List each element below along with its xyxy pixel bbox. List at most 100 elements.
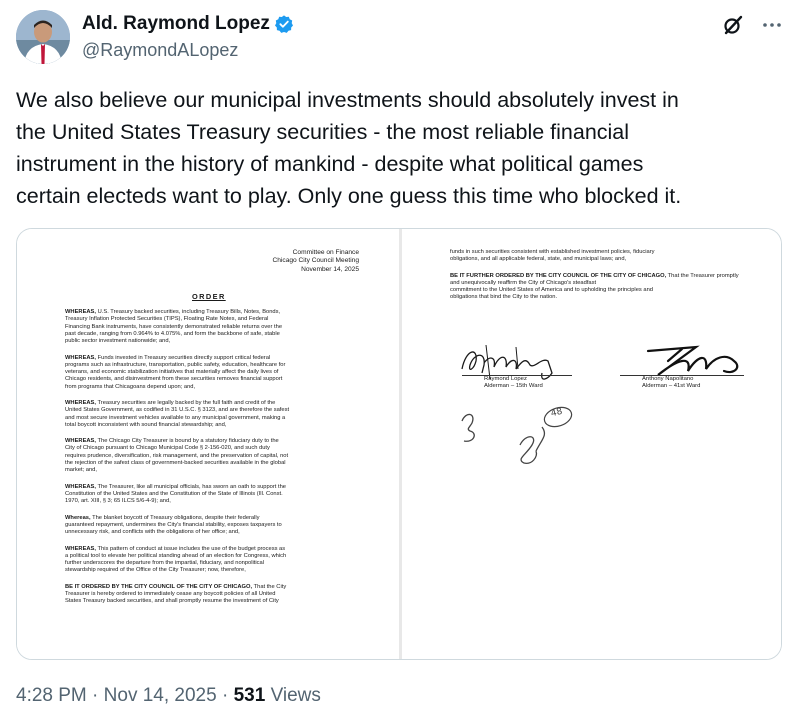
document-line: Financing Bank instruments, have consist…	[65, 324, 365, 331]
line-text: The blanket boycott of Treasury obligati…	[92, 514, 260, 521]
line-text: market; and,	[65, 467, 97, 474]
document-line: requires prudence, diversification, risk…	[65, 453, 365, 460]
document-paragraph: WHEREAS, The Chicago City Treasurer is b…	[65, 438, 365, 474]
document-line: stewardship required of the Office of th…	[65, 567, 365, 574]
tweet-header: Ald. Raymond Lopez @RaymondALopez	[16, 10, 790, 66]
tweet-date[interactable]: Nov 14, 2025	[104, 685, 217, 706]
line-text: The Treasurer, like all municipal offici…	[97, 483, 286, 490]
handwritten-notes-icon	[461, 406, 573, 464]
document-header: Committee on Finance Chicago City Counci…	[273, 249, 360, 274]
line-text: obligations that bind the City to the na…	[450, 294, 558, 301]
document-line: programs such as infrastructure, transpo…	[65, 362, 365, 369]
line-text: guaranteed repayment, undermines the Cit…	[65, 521, 282, 528]
paragraph-lead: WHEREAS,	[65, 438, 96, 445]
author-handle[interactable]: @RaymondALopez	[82, 38, 294, 62]
paragraph-lead: WHEREAS,	[65, 309, 96, 315]
avatar-photo-icon	[16, 10, 70, 64]
line-text: That the City	[253, 583, 287, 590]
doc-header-line: Committee on Finance	[292, 249, 359, 256]
tweet-meta: 4:28 PM · Nov 14, 2025 · 531 Views	[16, 684, 321, 708]
document-paragraph: WHEREAS, Treasury securities are legally…	[65, 400, 365, 429]
line-text: Financing Bank instruments, have consist…	[65, 323, 283, 330]
document-line: unnecessary risk, and conflicts with the…	[65, 529, 365, 536]
line-text: 1970, art. XIII, § 3; 65 ILCS 5/6-4-9); …	[65, 498, 171, 505]
document-line: guaranteed repayment, undermines the Cit…	[65, 522, 365, 529]
signatory-name: Raymond Lopez	[484, 376, 527, 382]
grok-icon[interactable]	[722, 14, 744, 36]
document-line: further underscores the departure from t…	[65, 560, 365, 567]
line-text: the rejection of the safest class of gov…	[65, 460, 286, 467]
line-text: Constitution of the United States and th…	[65, 490, 283, 497]
document-paragraph: WHEREAS, This pattern of conduct at issu…	[65, 546, 365, 575]
document-paragraph: WHEREAS, Funds invested in Treasury secu…	[65, 355, 365, 391]
tweet-time[interactable]: 4:28 PM	[16, 685, 87, 706]
line-text: veterans, and economic stabilization ini…	[65, 369, 279, 376]
document-paragraph: WHEREAS, The Treasurer, like all municip…	[65, 484, 365, 506]
document-line: a political tool to elevate her politica…	[65, 553, 365, 560]
line-text: programs such as infrastructure, transpo…	[65, 361, 286, 368]
document-line: 1970, art. XIII, § 3; 65 ILCS 5/6-4-9); …	[65, 498, 365, 505]
views-count: 531	[233, 685, 266, 706]
line-text: funds in such securities consistent with…	[450, 249, 655, 255]
document-page-left: Committee on Finance Chicago City Counci…	[17, 229, 399, 659]
document-line: BE IT ORDERED BY THE CITY COUNCIL OF THE…	[65, 584, 365, 591]
document-line: from programs that Chicagoans depend upo…	[65, 384, 365, 391]
line-text: total boycott inconsistent with sound fi…	[65, 421, 227, 428]
line-text: commitment to the United States of Ameri…	[450, 287, 653, 294]
document-line: Constitution of the United States and th…	[65, 491, 365, 498]
signatory-title: Alderman – 41st Ward	[642, 383, 701, 390]
document-page-right: funds in such securities consistent with…	[402, 229, 781, 659]
line-text: Treasury securities are legally backed b…	[97, 400, 276, 406]
document-line: veterans, and economic stabilization ini…	[65, 369, 365, 376]
paragraph-lead: WHEREAS,	[65, 400, 96, 406]
document-line: WHEREAS, U.S. Treasury backed securities…	[65, 309, 365, 316]
document-line: funds in such securities consistent with…	[450, 249, 742, 256]
line-text: Funds invested in Treasury securities di…	[97, 354, 271, 361]
document-line: the rejection of the safest class of gov…	[65, 460, 365, 467]
document-line: past decade, ranging from 0.964% to 4.07…	[65, 331, 365, 338]
document-line: obligations that bind the City to the na…	[450, 294, 742, 301]
doc-header-line: November 14, 2025	[301, 265, 359, 273]
attached-image[interactable]: Committee on Finance Chicago City Counci…	[16, 228, 782, 660]
line-text: public sector investment nationwide; and…	[65, 338, 171, 345]
signatory-block: Anthony Napolitano Alderman – 41st Ward	[642, 376, 700, 390]
line-text: and most secure investment vehicles avai…	[65, 414, 286, 421]
document-paragraph: WHEREAS, U.S. Treasury backed securities…	[65, 309, 365, 345]
line-text: past decade, ranging from 0.964% to 4.07…	[65, 330, 280, 337]
paragraph-lead: BE IT FURTHER ORDERED BY THE CITY COUNCI…	[450, 272, 667, 279]
verified-badge-icon	[274, 14, 294, 34]
separator: ·	[92, 685, 99, 706]
document-line: and most secure investment vehicles avai…	[65, 415, 365, 422]
document-paragraph: funds in such securities consistent with…	[450, 249, 742, 264]
tweet-line: certain electeds want to play. Only one …	[16, 184, 682, 208]
document-line: market; and,	[65, 467, 365, 474]
document-line: public sector investment nationwide; and…	[65, 338, 365, 345]
line-text: City of Chicago pursuant to Chicago Muni…	[65, 445, 270, 452]
paragraph-lead: WHEREAS,	[65, 545, 96, 552]
document-line: United States Government, as codified in…	[65, 407, 365, 414]
signatory-name: Anthony Napolitano	[642, 376, 694, 382]
line-text: U.S. Treasury backed securities, includi…	[97, 309, 281, 315]
doc-header-line: Chicago City Council Meeting	[272, 257, 360, 265]
line-text: Chicago residents, and disinvestment fro…	[65, 376, 283, 383]
line-text: unnecessary risk, and conflicts with the…	[65, 529, 240, 536]
paragraph-lead: WHEREAS,	[65, 483, 96, 490]
author-name[interactable]: Ald. Raymond Lopez	[82, 12, 270, 36]
line-text: obligations, and all applicable federal,…	[450, 256, 627, 263]
avatar[interactable]	[16, 10, 70, 64]
line-text: a political tool to elevate her politica…	[65, 552, 287, 559]
document-paragraph: BE IT FURTHER ORDERED BY THE CITY COUNCI…	[450, 273, 742, 302]
document-line: City of Chicago pursuant to Chicago Muni…	[65, 445, 365, 452]
document-title: ORDER	[192, 292, 226, 301]
document-line: BE IT FURTHER ORDERED BY THE CITY COUNCI…	[450, 273, 742, 288]
line-text: Treasury Inflation Protected Securities …	[65, 316, 269, 323]
signatory-block: Raymond Lopez Alderman – 15th Ward	[484, 376, 543, 390]
line-text: further underscores the departure from t…	[65, 560, 265, 567]
line-text: United States Government, as codified in…	[65, 407, 290, 414]
more-options-icon[interactable]	[760, 14, 784, 36]
line-text: The Chicago City Treasurer is bound by a…	[97, 438, 279, 445]
document-line: commitment to the United States of Ameri…	[450, 287, 742, 294]
line-text: Treasurer is hereby ordered to immediate…	[65, 590, 276, 597]
signatory-title: Alderman – 15th Ward	[484, 383, 543, 390]
document-line: total boycott inconsistent with sound fi…	[65, 422, 365, 429]
